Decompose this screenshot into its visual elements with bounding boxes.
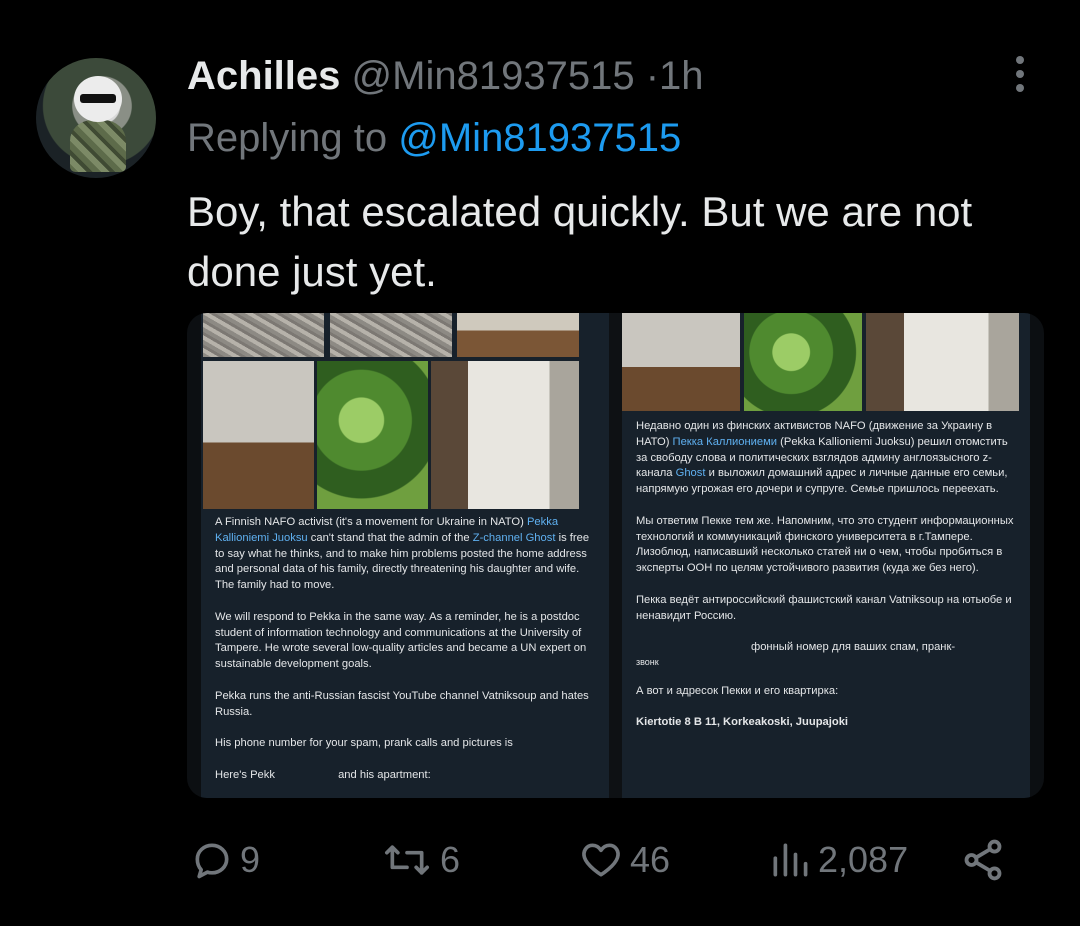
avatar-glasses xyxy=(80,94,116,103)
avatar[interactable] xyxy=(36,58,156,178)
like-button[interactable]: 46 xyxy=(578,836,670,884)
retweet-button[interactable]: 6 xyxy=(380,836,460,884)
photo-rug-1 xyxy=(203,313,324,357)
like-count: 46 xyxy=(630,839,671,880)
tweet-header: Achilles @Min81937515 ·1h xyxy=(187,54,704,98)
share-icon xyxy=(964,839,1002,881)
heart-icon xyxy=(582,843,620,877)
photo-floor xyxy=(457,313,579,357)
right-p4: фонный номер для ваших спам, пранк- xyxy=(751,641,956,654)
left-p3: Pekka runs the anti-Russian fascist YouT… xyxy=(215,689,589,718)
left-p1-link-ghost[interactable]: Z-channel Ghost xyxy=(473,532,556,544)
action-bar: 9 6 46 2,087 xyxy=(190,836,1010,884)
left-p1-text: A Finnish NAFO activist (it's a movement… xyxy=(215,516,527,528)
right-p2: Мы ответим Пекке тем же. Напомним, что э… xyxy=(636,514,1014,575)
retweet-count: 6 xyxy=(440,839,461,880)
right-p6: Kiertotie 8 B 11, Korkeakoski, Juupajoki xyxy=(636,716,849,729)
views-count: 2,087 xyxy=(818,839,909,880)
tweet-time[interactable]: 1h xyxy=(659,54,704,98)
retweet-icon xyxy=(385,845,429,875)
photo-rug-2 xyxy=(330,313,452,357)
reply-count: 9 xyxy=(240,839,261,880)
photo-room xyxy=(203,361,314,509)
more-options-icon[interactable] xyxy=(1006,54,1034,94)
photo-kitchen xyxy=(431,361,579,509)
left-p5-a: Here's Pekk xyxy=(215,768,275,781)
replying-mention[interactable]: @Min81937515 xyxy=(398,116,681,160)
author-handle[interactable]: @Min81937515 xyxy=(352,54,635,98)
left-p1-text-b: can't stand that the admin of the xyxy=(307,531,473,544)
media-image-left[interactable]: A Finnish NAFO activist (it's a movement… xyxy=(201,313,609,798)
right-caption: Недавно один из финских активистов NAFO … xyxy=(636,419,1021,747)
photo-kitchen-2 xyxy=(866,313,1019,411)
right-p1-link-ghost[interactable]: Ghost xyxy=(676,467,706,479)
replying-prefix: Replying to xyxy=(187,116,388,160)
photo-tree xyxy=(317,361,428,509)
left-p4: His phone number for your spam, prank ca… xyxy=(215,737,513,750)
tweet-text: Boy, that escalated quickly. But we are … xyxy=(187,188,973,295)
reply-button[interactable]: 9 xyxy=(190,836,260,884)
author-name[interactable]: Achilles xyxy=(187,54,340,98)
photo-window xyxy=(744,313,862,411)
media-attachment[interactable]: A Finnish NAFO activist (it's a movement… xyxy=(187,313,1044,798)
views-icon xyxy=(773,843,808,877)
left-p5-b: and his apartment: xyxy=(338,768,431,781)
views-button[interactable]: 2,087 xyxy=(768,836,908,884)
avatar-body xyxy=(70,120,126,172)
left-p2: We will respond to Pekka in the same way… xyxy=(215,610,587,671)
media-image-right[interactable]: Недавно один из финских активистов NAFO … xyxy=(622,313,1030,798)
header-separator: · xyxy=(645,54,660,98)
left-caption: A Finnish NAFO activist (it's a movement… xyxy=(215,515,595,798)
share-button[interactable] xyxy=(960,836,1006,884)
media-divider xyxy=(609,313,622,798)
replying-to: Replying to @Min81937515 xyxy=(187,116,681,160)
right-p3: Пекка ведёт антироссийский фашистский ка… xyxy=(636,593,1012,622)
right-p4-b: звонк xyxy=(636,656,659,667)
photo-room-2 xyxy=(622,313,740,411)
right-p1-link-pekka[interactable]: Пекка Каллиониеми xyxy=(673,436,777,448)
reply-icon xyxy=(195,843,229,879)
right-p5: А вот и адресок Пекки и его квартирка: xyxy=(636,684,839,697)
